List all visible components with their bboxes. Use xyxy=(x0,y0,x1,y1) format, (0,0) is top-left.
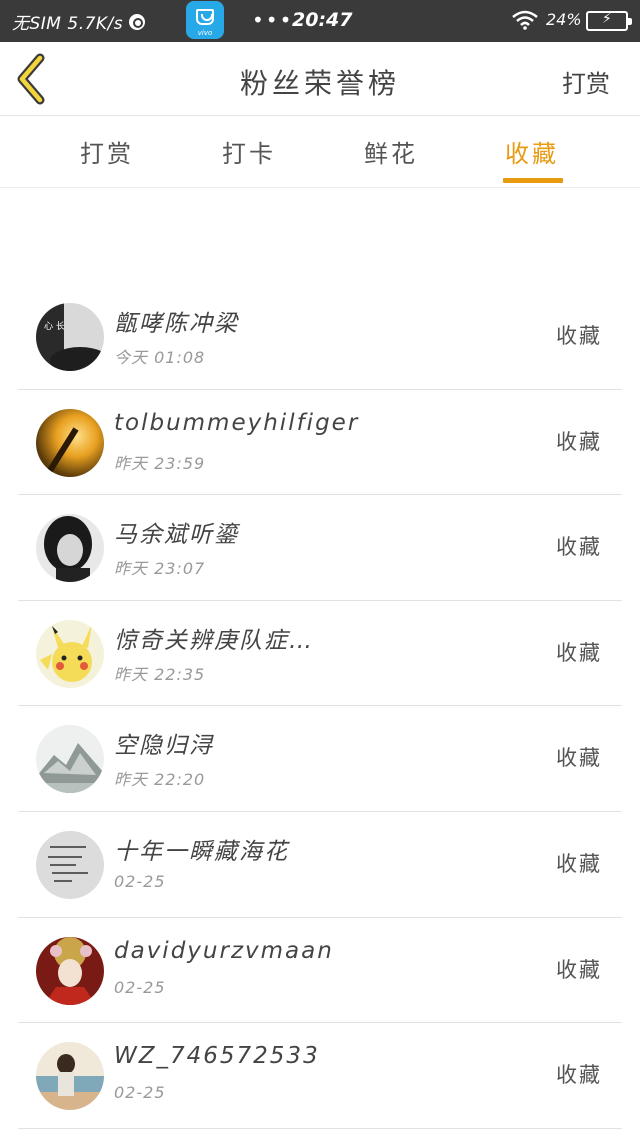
active-tab-indicator xyxy=(503,178,563,183)
app-store-icon: vivo xyxy=(186,1,224,39)
carrier-text: 无SIM 5.7K/s xyxy=(12,14,124,34)
item-time: 02-25 xyxy=(114,1083,166,1103)
list-item[interactable]: WZ_746572533 02-25 收藏 xyxy=(18,1023,622,1129)
user-name: 十年一瞬藏海花 xyxy=(114,838,289,865)
user-name: 甑哮陈冲梁 xyxy=(114,311,239,337)
item-time: 02-25 xyxy=(114,977,166,997)
app-brand-label: vivo xyxy=(197,29,213,37)
page-title: 粉丝荣誉榜 xyxy=(239,67,400,100)
chevron-left-icon xyxy=(17,53,45,105)
battery-icon: ⚡ xyxy=(586,11,632,31)
avatar xyxy=(36,1042,104,1111)
item-time: 昨天 22:35 xyxy=(114,664,206,684)
list-item[interactable]: tolbummeyhilfiger 昨天 23:59 收藏 xyxy=(18,390,622,496)
item-action: 收藏 xyxy=(556,1063,602,1088)
sync-icon xyxy=(129,13,146,30)
item-action: 收藏 xyxy=(556,851,602,876)
list-item[interactable]: 空隐归浔 昨天 22:20 收藏 xyxy=(18,706,622,812)
fan-list: 心 长 甑哮陈冲梁 今天 01:08 收藏 tolbummeyhilfiger … xyxy=(18,284,622,1129)
item-time: 昨天 23:59 xyxy=(114,453,206,473)
user-name: tolbummeyhilfiger xyxy=(114,409,360,436)
user-name: davidyurzvmaan xyxy=(114,937,334,964)
user-name: 空隐归浔 xyxy=(114,733,214,760)
tab-checkin[interactable]: 打卡 xyxy=(222,134,276,169)
item-action: 收藏 xyxy=(556,957,602,982)
tab-bar: 打赏 打卡 鲜花 收藏 xyxy=(0,116,640,188)
list-item[interactable]: 心 长 甑哮陈冲梁 今天 01:08 收藏 xyxy=(18,284,622,390)
item-action: 收藏 xyxy=(556,640,602,665)
status-bar: 无SIM 5.7K/s vivo ••• 20:47 24% ⚡ xyxy=(0,0,640,42)
user-name: 马余斌听鎏 xyxy=(114,522,239,549)
item-action: 收藏 xyxy=(556,746,602,771)
item-action: 收藏 xyxy=(556,535,602,560)
item-time: 昨天 22:20 xyxy=(114,770,206,790)
list-item[interactable]: 马余斌听鎏 昨天 23:07 收藏 xyxy=(18,495,622,601)
avatar: 心 长 xyxy=(36,303,104,371)
item-action: 收藏 xyxy=(556,324,602,348)
item-time: 今天 01:08 xyxy=(114,348,206,367)
avatar xyxy=(36,408,104,477)
battery-percent: 24% xyxy=(546,10,582,29)
tab-flowers[interactable]: 鲜花 xyxy=(364,134,418,169)
avatar xyxy=(36,725,104,794)
item-time: 02-25 xyxy=(114,871,166,891)
back-button[interactable] xyxy=(10,52,60,106)
user-name: WZ_746572533 xyxy=(114,1043,320,1070)
item-action: 收藏 xyxy=(556,429,602,454)
avatar xyxy=(36,514,104,583)
wifi-icon xyxy=(512,10,538,30)
svg-text:心 长: 心 长 xyxy=(44,320,65,332)
status-carrier: 无SIM 5.7K/s xyxy=(12,9,146,34)
tab-favorites[interactable]: 收藏 xyxy=(505,134,559,169)
user-name: 惊奇关辨庚队症… xyxy=(114,627,314,654)
item-time: 昨天 23:07 xyxy=(114,559,206,579)
avatar xyxy=(36,936,104,1005)
status-time: 20:47 xyxy=(292,9,353,31)
more-notifications-icon: ••• xyxy=(252,8,294,32)
list-item[interactable]: 十年一瞬藏海花 02-25 收藏 xyxy=(18,812,622,918)
list-item[interactable]: 惊奇关辨庚队症… 昨天 22:35 收藏 xyxy=(18,601,622,707)
list-item[interactable]: davidyurzvmaan 02-25 收藏 xyxy=(18,918,622,1024)
tab-reward[interactable]: 打赏 xyxy=(80,134,134,169)
reward-button[interactable]: 打赏 xyxy=(562,64,610,99)
title-bar: 粉丝荣誉榜 打赏 xyxy=(0,42,640,116)
avatar xyxy=(36,619,104,688)
avatar xyxy=(36,830,104,899)
